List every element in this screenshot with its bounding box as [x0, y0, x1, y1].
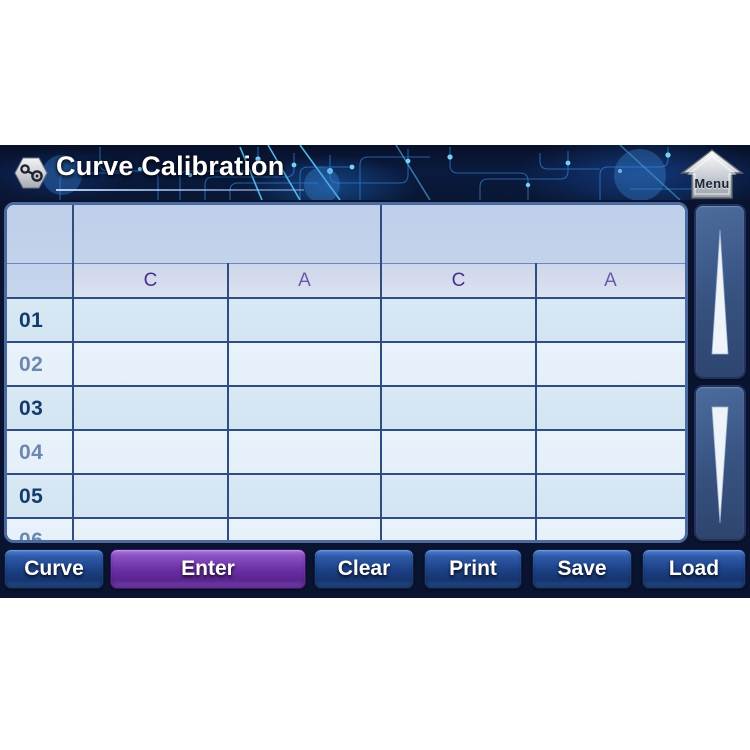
table-cell[interactable]	[381, 343, 536, 387]
table-cell[interactable]	[228, 299, 381, 343]
table-cell[interactable]	[536, 387, 685, 431]
title-underline	[56, 189, 304, 191]
grid-line-horizontal	[7, 263, 685, 264]
triangle-up-icon	[711, 229, 729, 355]
table-row[interactable]: 03	[7, 387, 685, 431]
house-icon	[679, 149, 745, 199]
grid-line-vertical	[380, 205, 382, 540]
table-row[interactable]: 05	[7, 475, 685, 519]
grid-line-horizontal	[7, 341, 685, 343]
footer-button-clear[interactable]: Clear	[314, 549, 414, 589]
table-row[interactable]: 04	[7, 431, 685, 475]
footer-toolbar: Curve Enter Clear Print Save Load	[0, 547, 750, 598]
table-corner-cell	[7, 205, 73, 299]
grid-line-horizontal	[7, 385, 685, 387]
menu-button[interactable]: Menu	[679, 148, 745, 200]
group-header-cell	[381, 205, 685, 263]
row-number: 03	[19, 397, 44, 420]
scroll-down-button[interactable]	[694, 385, 746, 541]
table-cell[interactable]	[73, 299, 228, 343]
scrollbar	[694, 202, 746, 543]
table-row[interactable]: 02	[7, 343, 685, 387]
table-cell[interactable]	[536, 299, 685, 343]
table-cell[interactable]	[381, 387, 536, 431]
table-cell[interactable]	[73, 475, 228, 519]
table-cell[interactable]	[228, 475, 381, 519]
triangle-down-icon	[711, 406, 729, 524]
calibration-table: C A C A 01 02 03 04 05 06	[4, 202, 688, 543]
footer-button-save[interactable]: Save	[532, 549, 632, 589]
table-cell[interactable]	[536, 475, 685, 519]
table-cell[interactable]	[381, 519, 536, 540]
grid-line-horizontal	[7, 297, 685, 299]
page-title: Curve Calibration	[56, 151, 285, 181]
main-panel: C A C A 01 02 03 04 05 06	[4, 202, 746, 543]
table-cell[interactable]	[536, 431, 685, 475]
row-number: 04	[19, 441, 44, 464]
footer-button-print[interactable]: Print	[424, 549, 522, 589]
title-bar: Curve Calibration Menu	[0, 145, 750, 200]
row-number: 05	[19, 485, 44, 508]
table-row[interactable]: 06	[7, 519, 685, 543]
grid-line-horizontal	[7, 429, 685, 431]
hexagon-node-icon	[14, 157, 48, 189]
grid-line-vertical	[227, 263, 229, 540]
row-number: 06	[19, 529, 44, 543]
grid-line-horizontal	[7, 473, 685, 475]
column-header-1: C	[73, 263, 228, 299]
grid-line-vertical	[72, 205, 74, 540]
table-cell[interactable]	[73, 431, 228, 475]
device-screen: Curve Calibration Menu C A C A 01 02 03 04 05 06	[0, 145, 750, 598]
table-grid: C A C A 01 02 03 04 05 06	[7, 205, 685, 540]
grid-line-horizontal	[7, 517, 685, 519]
footer-button-curve[interactable]: Curve	[4, 549, 104, 589]
row-number: 02	[19, 353, 44, 376]
column-header-4: A	[536, 263, 685, 299]
scroll-up-button[interactable]	[694, 204, 746, 379]
grid-line-vertical	[535, 263, 537, 540]
table-cell[interactable]	[228, 519, 381, 540]
table-row[interactable]: 01	[7, 299, 685, 343]
menu-button-label: Menu	[694, 176, 730, 191]
table-cell[interactable]	[381, 431, 536, 475]
table-cell[interactable]	[228, 387, 381, 431]
column-header-3: C	[381, 263, 536, 299]
table-cell[interactable]	[73, 519, 228, 540]
table-cell[interactable]	[73, 387, 228, 431]
table-cell[interactable]	[381, 299, 536, 343]
table-cell[interactable]	[536, 519, 685, 540]
table-cell[interactable]	[228, 431, 381, 475]
table-cell[interactable]	[73, 343, 228, 387]
group-header-cell	[73, 205, 381, 263]
table-cell[interactable]	[536, 343, 685, 387]
column-header-2: A	[228, 263, 381, 299]
footer-button-load[interactable]: Load	[642, 549, 746, 589]
footer-button-enter[interactable]: Enter	[110, 549, 306, 589]
table-cell[interactable]	[228, 343, 381, 387]
table-cell[interactable]	[381, 475, 536, 519]
row-number: 01	[19, 309, 44, 332]
